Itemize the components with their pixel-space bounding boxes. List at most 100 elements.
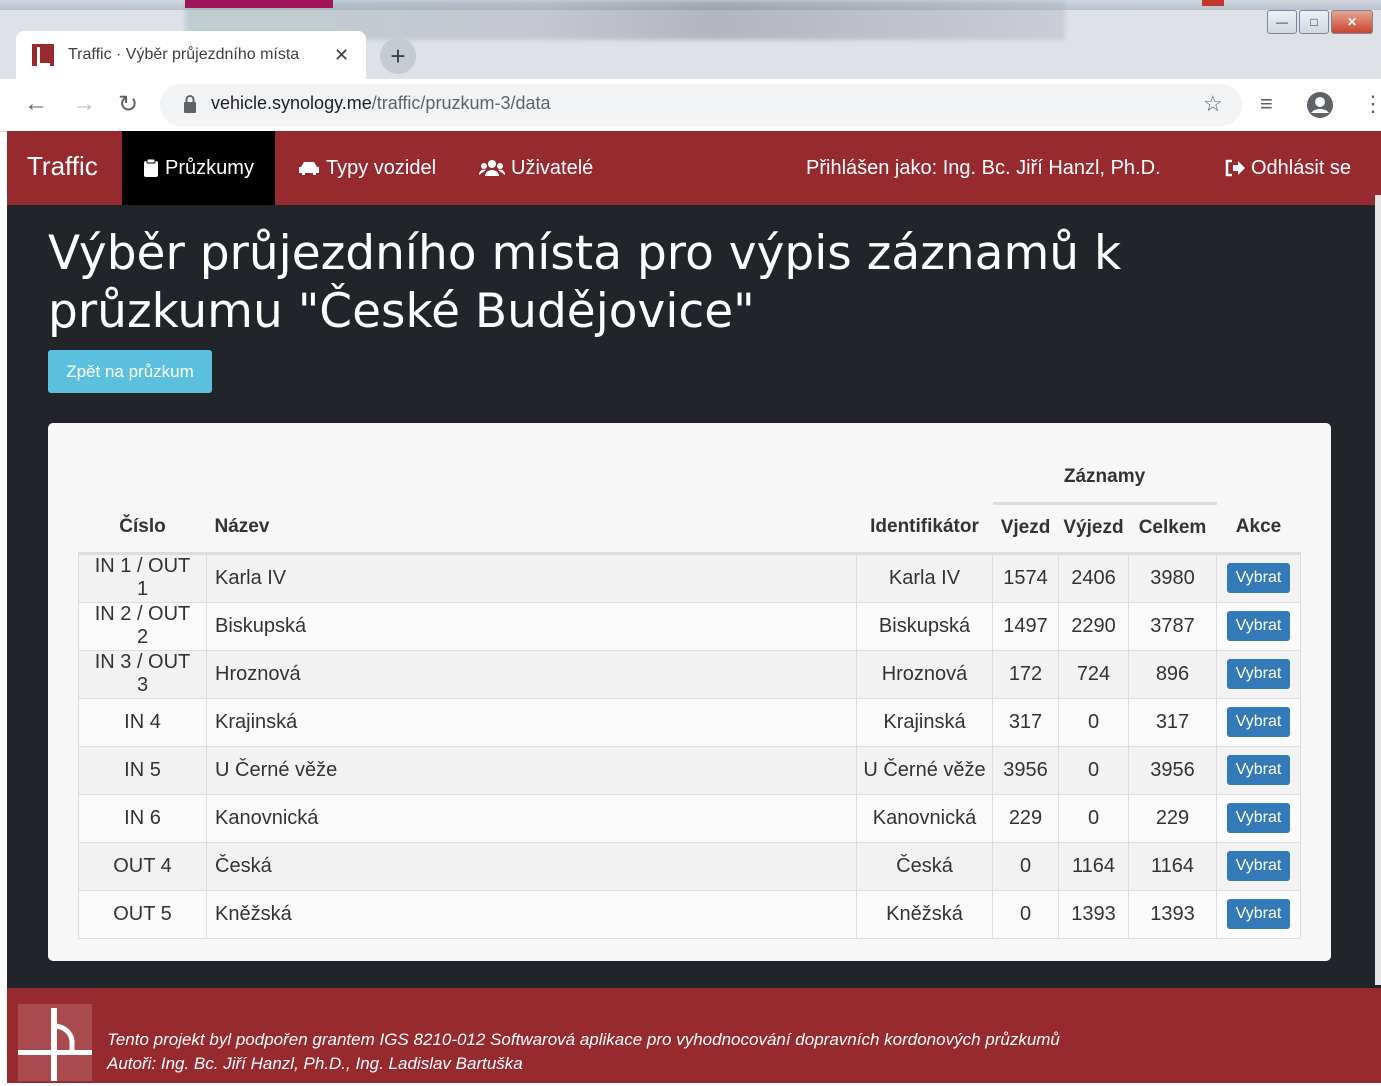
col-cislo: Číslo — [119, 516, 166, 538]
col-nazev: Název — [214, 516, 270, 538]
table-row: IN 4 Krajinská Krajinská 317 0 317 Vybra… — [78, 697, 1301, 747]
cell-identifikator: Česká — [856, 841, 993, 891]
window-controls: — □ ✕ — [1265, 10, 1373, 34]
footer-authors: Autoři: Ing. Bc. Jiří Hanzl, Ph.D., Ing.… — [107, 1054, 523, 1073]
new-tab-button[interactable]: + — [380, 38, 416, 74]
cell-vjezd: 1574 — [992, 552, 1059, 603]
profile-icon[interactable] — [1306, 91, 1334, 119]
browser-tab[interactable]: Traffic · Výběr průjezdního místa ✕ — [16, 31, 366, 79]
cell-cislo: IN 3 / OUT 3 — [78, 649, 207, 699]
cell-cislo: IN 4 — [78, 697, 207, 747]
forward-arrow-icon[interactable]: → — [72, 90, 96, 118]
cell-nazev: Česká — [206, 841, 857, 891]
cell-nazev: Kanovnická — [206, 793, 857, 843]
url-path: /traffic/pruzkum-3/data — [371, 93, 551, 113]
points-card: Záznamy Číslo Název Identifikátor Vjezd … — [48, 423, 1331, 961]
select-button[interactable]: Vybrat — [1226, 755, 1291, 785]
menu-kebab-icon[interactable]: ⋮ — [1362, 91, 1381, 117]
cell-cislo: IN 5 — [78, 745, 207, 795]
nav-item-typy-vozidel[interactable]: Typy vozidel — [298, 131, 436, 205]
cell-celkem: 317 — [1128, 697, 1217, 747]
header-spacer — [79, 453, 993, 503]
cell-cislo: OUT 4 — [78, 841, 207, 891]
minimize-icon[interactable]: — — [1267, 10, 1297, 34]
table-row: IN 2 / OUT 2 Biskupská Biskupská 1497 22… — [78, 601, 1301, 651]
cell-identifikator: Kanovnická — [856, 793, 993, 843]
cell-identifikator: Biskupská — [856, 601, 993, 651]
cell-cislo: IN 2 / OUT 2 — [78, 601, 207, 651]
brand-link[interactable]: Traffic — [27, 151, 98, 182]
select-button[interactable]: Vybrat — [1226, 707, 1291, 737]
footer: Tento projekt byl podpořen grantem IGS 8… — [7, 988, 1381, 1083]
tab-close-icon[interactable]: ✕ — [334, 45, 349, 66]
table-row: IN 3 / OUT 3 Hroznová Hroznová 172 724 8… — [78, 649, 1301, 699]
cell-vyjezd: 724 — [1058, 649, 1129, 699]
cell-vjezd: 229 — [992, 793, 1059, 843]
select-button[interactable]: Vybrat — [1226, 659, 1291, 689]
reload-icon[interactable]: ↻ — [118, 90, 138, 119]
cell-akce: Vybrat — [1216, 793, 1301, 843]
cell-nazev: U Černé věže — [206, 745, 857, 795]
clipboard-icon — [144, 158, 159, 177]
car-icon — [299, 162, 319, 175]
close-window-icon[interactable]: ✕ — [1331, 10, 1373, 34]
logout-link[interactable]: Odhlásit se — [1225, 131, 1351, 205]
back-arrow-icon[interactable]: ← — [24, 90, 48, 118]
bookmark-star-icon[interactable]: ☆ — [1203, 91, 1223, 117]
select-button[interactable]: Vybrat — [1226, 803, 1291, 833]
logged-in-user: Přihlášen jako: Ing. Bc. Jiří Hanzl, Ph.… — [806, 156, 1161, 179]
col-celkem: Celkem — [1138, 517, 1207, 538]
cell-akce: Vybrat — [1216, 552, 1301, 603]
cell-celkem: 1164 — [1128, 841, 1217, 891]
back-to-survey-button[interactable]: Zpět na průzkum — [48, 350, 212, 393]
nav-item-pruzkumy[interactable]: Průzkumy — [122, 131, 275, 205]
table-row: IN 1 / OUT 1 Karla IV Karla IV 1574 2406… — [78, 552, 1301, 603]
table-row: IN 6 Kanovnická Kanovnická 229 0 229 Vyb… — [78, 793, 1301, 843]
url-host: vehicle.synology.me — [211, 93, 372, 113]
cell-vyjezd: 0 — [1058, 793, 1129, 843]
cell-cislo: OUT 5 — [78, 889, 207, 939]
cell-celkem: 3787 — [1128, 601, 1217, 651]
cell-celkem: 896 — [1128, 649, 1217, 699]
cell-vyjezd: 2290 — [1058, 601, 1129, 651]
cell-vjezd: 172 — [992, 649, 1059, 699]
cell-vjezd: 0 — [992, 841, 1059, 891]
select-button[interactable]: Vybrat — [1226, 851, 1291, 881]
cell-vyjezd: 2406 — [1058, 552, 1129, 603]
cell-vyjezd: 1164 — [1058, 841, 1129, 891]
cell-akce: Vybrat — [1216, 697, 1301, 747]
reading-list-icon[interactable]: ≡ — [1260, 91, 1273, 117]
maximize-icon[interactable]: □ — [1299, 10, 1329, 34]
users-icon — [479, 160, 505, 176]
cell-vjezd: 3956 — [992, 745, 1059, 795]
sign-out-icon — [1225, 159, 1245, 177]
main-content: Výběr průjezdního místa pro výpis záznam… — [7, 205, 1381, 988]
cell-celkem: 3956 — [1128, 745, 1217, 795]
cell-celkem: 229 — [1128, 793, 1217, 843]
table-row: OUT 4 Česká Česká 0 1164 1164 Vybrat — [78, 841, 1301, 891]
nav-item-uzivatele[interactable]: Uživatelé — [479, 131, 593, 205]
select-button[interactable]: Vybrat — [1226, 563, 1291, 593]
cell-vjezd: 0 — [992, 889, 1059, 939]
select-button[interactable]: Vybrat — [1226, 899, 1291, 929]
app-navbar: Traffic Průzkumy Typy vozidel Uživatelé … — [7, 131, 1381, 205]
page-scrollbar[interactable] — [1375, 195, 1381, 985]
cell-nazev: Krajinská — [206, 697, 857, 747]
points-table: Záznamy Číslo Název Identifikátor Vjezd … — [78, 453, 1301, 939]
cell-nazev: Hroznová — [206, 649, 857, 699]
cell-identifikator: Hroznová — [856, 649, 993, 699]
cell-nazev: Karla IV — [206, 552, 857, 603]
nav-item-label: Typy vozidel — [326, 156, 437, 179]
select-button[interactable]: Vybrat — [1226, 611, 1291, 641]
cell-cislo: IN 6 — [78, 793, 207, 843]
col-identifikator: Identifikátor — [870, 516, 979, 538]
cell-akce: Vybrat — [1216, 889, 1301, 939]
nav-item-label: Průzkumy — [165, 156, 254, 179]
cell-identifikator: Kněžská — [856, 889, 993, 939]
url-text[interactable]: vehicle.synology.me/traffic/pruzkum-3/da… — [211, 93, 551, 114]
logout-label: Odhlásit se — [1251, 156, 1352, 179]
cell-identifikator: Karla IV — [856, 552, 993, 603]
table-row: IN 5 U Černé věže U Černé věže 3956 0 39… — [78, 745, 1301, 795]
cell-akce: Vybrat — [1216, 601, 1301, 651]
vste-logo-mark — [18, 1008, 92, 1081]
